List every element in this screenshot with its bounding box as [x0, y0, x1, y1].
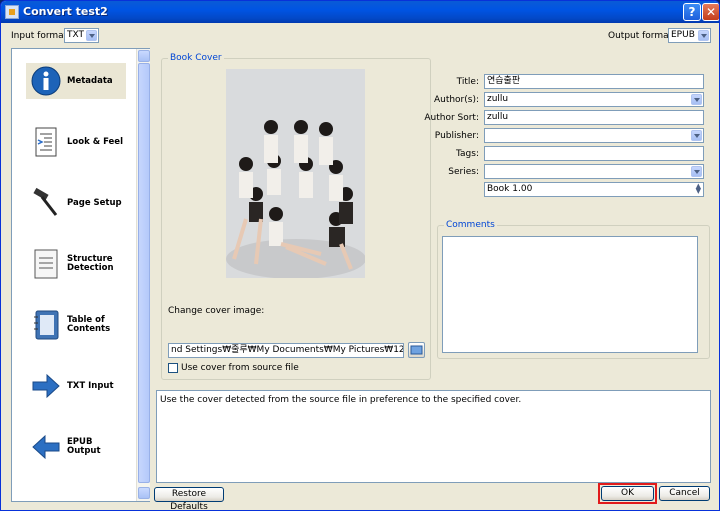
publisher-select[interactable]	[484, 128, 704, 143]
output-format-label: Output format:	[608, 31, 676, 41]
change-cover-label: Change cover image:	[168, 306, 265, 316]
cover-path-input[interactable]: nd Settings₩줄루₩My Documents₩My Pictures₩…	[168, 343, 404, 358]
nav-item-metadata[interactable]: Metadata	[26, 63, 126, 99]
series-label: Series:	[448, 167, 479, 177]
series-index-value: Book 1.00	[487, 184, 533, 194]
browse-cover-button[interactable]	[408, 342, 425, 358]
notebook-icon	[34, 310, 59, 340]
cancel-button[interactable]: Cancel	[659, 486, 710, 501]
convert-dialog: Convert test2 ? ✕ Input format: TXT Outp…	[0, 0, 720, 511]
nav-scrollbar[interactable]	[136, 49, 150, 501]
nav-item-structure-detection[interactable]: Structure Detection	[26, 246, 126, 282]
nav-item-label: Structure Detection	[67, 254, 114, 273]
output-format-select[interactable]: EPUB	[668, 28, 711, 43]
publisher-label: Publisher:	[434, 131, 479, 141]
input-format-label: Input format:	[11, 31, 71, 41]
ok-button[interactable]: OK	[601, 486, 654, 501]
nav-item-label: Metadata	[67, 75, 113, 86]
tags-input[interactable]	[484, 146, 704, 161]
chevron-down-icon[interactable]	[691, 130, 702, 141]
use-cover-from-source-checkbox[interactable]	[168, 363, 178, 373]
nav-item-label: TXT Input	[67, 380, 114, 391]
series-index-spinbox[interactable]: Book 1.00 ▲ ▼	[484, 182, 704, 197]
authors-label: Author(s):	[433, 95, 479, 105]
image-icon	[410, 345, 423, 355]
author-sort-input[interactable]: zullu	[484, 110, 704, 125]
chevron-down-icon[interactable]	[691, 94, 702, 105]
help-description: Use the cover detected from the source f…	[156, 390, 711, 483]
chevron-down-icon[interactable]	[698, 30, 709, 41]
input-format-value: TXT	[67, 30, 85, 40]
info-icon	[31, 66, 61, 96]
nav-item-label: Table of Contents	[67, 315, 111, 334]
restore-defaults-button[interactable]: Restore Defaults	[154, 487, 224, 510]
input-format-select[interactable]: TXT	[64, 28, 99, 43]
title-input[interactable]: 연습출판	[484, 74, 704, 89]
scroll-up-button[interactable]	[138, 50, 150, 62]
chevron-down-icon[interactable]	[86, 30, 97, 41]
comments-textarea[interactable]	[442, 236, 698, 353]
app-icon	[5, 5, 19, 19]
nav-item-txt-input[interactable]: TXT Input	[26, 368, 126, 404]
book-cover-legend: Book Cover	[168, 53, 224, 63]
nav-item-epub-output[interactable]: EPUB Output	[26, 429, 126, 465]
help-description-text: Use the cover detected from the source f…	[160, 395, 522, 405]
scroll-thumb[interactable]	[138, 63, 150, 483]
nav-item-label: Page Setup	[67, 197, 122, 208]
window-title: Convert test2	[23, 5, 108, 18]
document-icon	[35, 127, 57, 157]
page-list-icon	[34, 249, 58, 279]
use-cover-from-source-label: Use cover from source file	[181, 363, 299, 373]
close-button[interactable]: ✕	[702, 3, 719, 21]
options-nav: Metadata Look & Feel Page Setup Structur…	[11, 48, 150, 502]
tags-label: Tags:	[456, 149, 479, 159]
output-format-value: EPUB	[671, 30, 695, 40]
nav-item-look-feel[interactable]: Look & Feel	[26, 124, 126, 160]
title-label: Title:	[456, 77, 479, 87]
nav-item-page-setup[interactable]: Page Setup	[26, 185, 126, 221]
cover-photo	[226, 69, 365, 278]
arrow-right-icon	[32, 373, 60, 399]
cover-image	[226, 69, 365, 278]
spin-arrows-icon[interactable]: ▲ ▼	[696, 183, 701, 195]
hammer-icon	[33, 187, 58, 216]
help-button[interactable]: ?	[683, 3, 701, 21]
scroll-down-button[interactable]	[138, 487, 150, 499]
author-sort-label: Author Sort:	[424, 113, 479, 123]
nav-item-label: Look & Feel	[67, 136, 123, 147]
series-select[interactable]	[484, 164, 704, 179]
nav-item-table-of-contents[interactable]: Table of Contents	[26, 307, 126, 343]
comments-legend: Comments	[444, 220, 497, 230]
authors-select[interactable]: zullu	[484, 92, 704, 107]
nav-item-label: EPUB Output	[67, 437, 101, 456]
arrow-left-icon	[32, 434, 60, 460]
chevron-down-icon[interactable]	[691, 166, 702, 177]
authors-value: zullu	[487, 94, 509, 104]
title-bar: Convert test2 ? ✕	[1, 1, 719, 23]
